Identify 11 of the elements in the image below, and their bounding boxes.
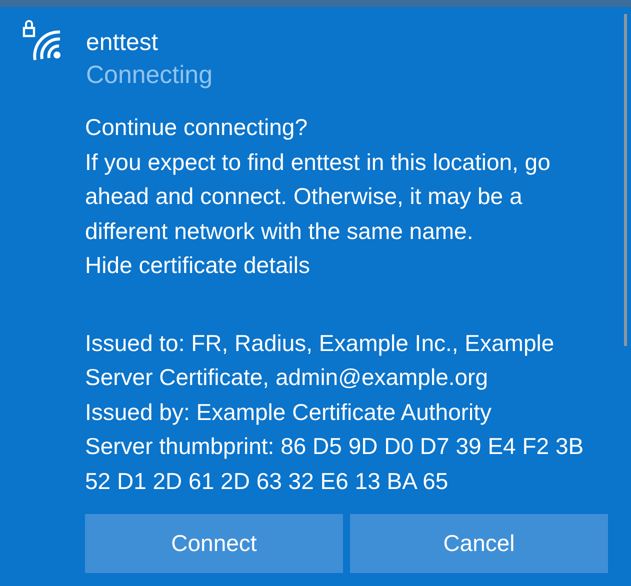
prompt-heading: Continue connecting?	[85, 113, 308, 142]
scrollbar[interactable]	[624, 14, 627, 346]
certificate-detail: Issued to: FR, Radius, Example Inc., Example Server Certificate, admin@example.org	[85, 328, 556, 392]
cancel-button[interactable]: Cancel	[350, 514, 608, 573]
network-name: enttest	[86, 28, 160, 58]
prompt-message: If you expect to find enttest in this location, go ahead and connect. Otherwise, it may be a different network with the same name.	[85, 148, 552, 246]
certificate-detail: Server thumbprint: 86 D5 9D D0 D7 39 E4 F2 3B 52 D1 2D 61 2D 63 32 E6 13 BA 65	[85, 432, 585, 496]
certificate-detail: Issued by: Example Certificate Authority	[85, 398, 493, 427]
certificate-details-link[interactable]: Hide certificate details	[85, 248, 310, 282]
connect-button[interactable]: Connect	[85, 514, 343, 573]
connection-status: Connecting	[86, 60, 212, 91]
